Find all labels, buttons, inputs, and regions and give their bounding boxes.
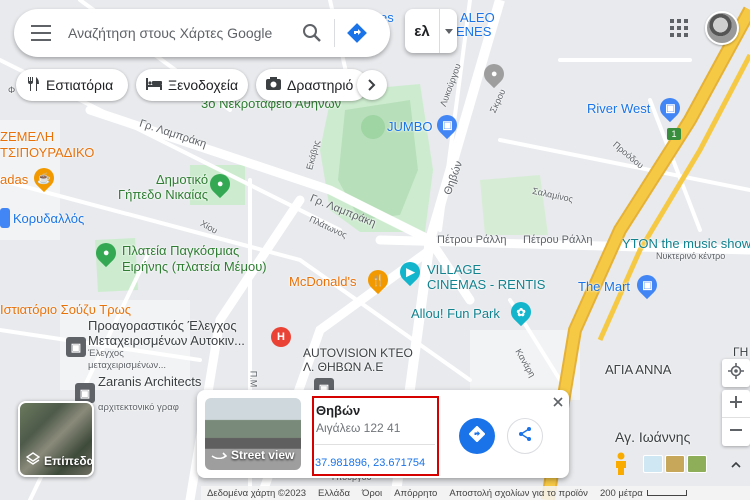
chip-activities[interactable]: Δραστηριό bbox=[256, 69, 368, 101]
search-icon[interactable] bbox=[290, 11, 334, 55]
close-icon[interactable] bbox=[550, 394, 566, 410]
map-footer: Δεδομένα χάρτη ©2023 Ελλάδα Όροι Απόρρητ… bbox=[201, 486, 750, 500]
restaurant-icon bbox=[26, 76, 40, 94]
map-label-allou: Allou! Fun Park bbox=[411, 306, 500, 321]
my-location-button[interactable] bbox=[722, 359, 750, 387]
map-label-stadium: Δημοτικό Γήπεδο Νικαίας bbox=[118, 172, 209, 202]
directions-arrow-icon bbox=[468, 425, 486, 447]
map-label-tsipouradiko: ΤΣΙΠΟΥΡΑΔΙΚΟ bbox=[0, 145, 95, 160]
directions-icon[interactable] bbox=[335, 11, 379, 55]
map-label-ladas: adas bbox=[0, 172, 29, 187]
apps-grid-icon[interactable] bbox=[665, 14, 693, 42]
map-label-zaranis-sub: αρχιτεκτονικό γραφ bbox=[98, 402, 179, 413]
plus-icon bbox=[730, 395, 742, 413]
highway-shield: 1 bbox=[667, 128, 681, 140]
map-label-autovision: AUTOVISION KTEO Λ. ΘΗΒΩΝ Α.Ε bbox=[303, 346, 413, 374]
map-label-mcdonalds: McDonald's bbox=[289, 274, 357, 289]
menu-icon[interactable] bbox=[14, 9, 68, 57]
camera-icon bbox=[266, 77, 281, 93]
map-label-ag-ioannis: Αγ. Ιωάννης bbox=[615, 429, 691, 445]
my-location-icon bbox=[728, 362, 744, 384]
chevron-right-icon[interactable] bbox=[357, 70, 387, 100]
place-subtitle: Αιγάλεω 122 41 bbox=[316, 421, 401, 435]
proagorastikos-pin-icon[interactable]: ▣ bbox=[66, 337, 86, 357]
map-label-korydallos: Κορυδαλλός bbox=[13, 211, 85, 226]
layers-label-wrap: Επίπεδα bbox=[25, 452, 94, 469]
minus-icon bbox=[730, 423, 742, 441]
satellite-thumbnail[interactable] bbox=[665, 455, 685, 473]
street-view-thumbnail[interactable]: Street view bbox=[205, 398, 301, 470]
street-view-icon bbox=[211, 447, 228, 462]
map-label-gi: ΓΗ bbox=[733, 345, 749, 359]
chevron-up-icon bbox=[731, 455, 741, 473]
share-button[interactable] bbox=[507, 418, 543, 454]
directions-button[interactable] bbox=[459, 418, 495, 454]
language-label: ελ bbox=[414, 22, 430, 40]
privacy-link[interactable]: Απόρρητο bbox=[394, 488, 437, 499]
map-data-credit: Δεδομένα χάρτη ©2023 bbox=[207, 487, 307, 499]
terms-link[interactable]: Όροι bbox=[362, 488, 382, 499]
map-label-ytong-sub: Νυκτερινό κέντρο bbox=[656, 251, 726, 261]
road-label-fikiou: Φ bbox=[8, 85, 16, 95]
street-view-label: Street view bbox=[231, 447, 295, 462]
terrain-thumbnail[interactable] bbox=[643, 455, 663, 473]
expand-thumbnails-button[interactable] bbox=[722, 455, 750, 473]
chip-label: Δραστηριό bbox=[287, 77, 354, 93]
scale-bar bbox=[646, 489, 687, 496]
chip-label: Ξενοδοχεία bbox=[168, 77, 239, 93]
layers-button[interactable]: Επίπεδα bbox=[18, 401, 94, 477]
traffic-thumbnail[interactable] bbox=[687, 455, 707, 473]
map-label-ytong: YTON the music show bbox=[622, 236, 750, 251]
chip-hotels[interactable]: Ξενοδοχεία bbox=[136, 69, 248, 101]
imagery-thumbnails[interactable] bbox=[643, 455, 707, 473]
zoom-in-button[interactable] bbox=[722, 390, 750, 418]
map-label-agia-anna: ΑΓΙΑ ΑΝΝΑ bbox=[605, 362, 672, 377]
left-pin-icon[interactable] bbox=[0, 208, 10, 228]
chip-label: Εστιατόρια bbox=[46, 77, 114, 93]
place-info-card: Street view Θηβών Αιγάλεω 122 41 37.9818… bbox=[197, 390, 569, 478]
hotel-icon bbox=[146, 77, 162, 93]
map-label-enes: ENES bbox=[456, 24, 492, 39]
pegman-icon[interactable] bbox=[610, 452, 632, 476]
street-view-label-wrap: Street view bbox=[211, 447, 294, 462]
map-label-village: VILLAGE CINEMAS - RENTIS bbox=[427, 262, 546, 292]
place-title[interactable]: Θηβών bbox=[316, 403, 360, 418]
zaranis-pin-icon[interactable]: ▣ bbox=[75, 383, 95, 403]
map-label-pm: Π.Μ bbox=[248, 370, 259, 388]
map-label-proag-sub: Έλεγχος μεταχειρισμένων... bbox=[88, 348, 167, 371]
road-label-ralli-2: Πέτρου Ράλλη bbox=[523, 234, 593, 246]
chip-restaurants[interactable]: Εστιατόρια bbox=[16, 69, 128, 101]
feedback-link[interactable]: Αποστολή σχολίων για το προϊόν bbox=[449, 488, 588, 499]
map-label-jumbo: JUMBO bbox=[387, 119, 433, 134]
search-box bbox=[14, 9, 390, 57]
avatar[interactable] bbox=[705, 11, 739, 45]
share-icon bbox=[517, 426, 533, 447]
map-label-zaranis: Zaranis Architects bbox=[98, 374, 202, 389]
hospital-pin-icon[interactable]: H bbox=[271, 327, 291, 347]
zoom-out-button[interactable] bbox=[722, 418, 750, 446]
scale-text: 200 μέτρα bbox=[599, 487, 643, 499]
map-label-river-west: River West bbox=[587, 101, 651, 116]
road-label-ralli-1: Πέτρου Ράλλη bbox=[437, 234, 507, 246]
caret-down-icon[interactable] bbox=[439, 9, 457, 53]
layers-icon bbox=[25, 452, 41, 469]
map-label-proagorastikos: Προαγοραστικός Έλεγχος Μεταχειρισμένων Α… bbox=[88, 318, 245, 348]
layers-label: Επίπεδα bbox=[44, 453, 94, 468]
place-coordinates[interactable]: 37.981896, 23.671754 bbox=[315, 457, 425, 469]
map-label-zemeli: ΖΕΜΕΛΗ bbox=[0, 129, 55, 144]
country-link[interactable]: Ελλάδα bbox=[318, 488, 350, 499]
map-label-school: Ιστιατόριο Σούζυ Τρως bbox=[0, 302, 132, 317]
scale-label[interactable]: 200 μέτρα bbox=[600, 488, 687, 499]
map-label-mart: The Mart bbox=[578, 279, 631, 294]
map-label-plateia: Πλατεία Παγκόσμιας Ειρήνης (πλατεία Μέμο… bbox=[122, 243, 267, 274]
language-selector[interactable]: ελ bbox=[405, 9, 457, 53]
map-label-aleo: ALEO bbox=[460, 10, 495, 25]
zoom-controls bbox=[722, 390, 750, 446]
search-input[interactable] bbox=[68, 25, 290, 41]
card-divider bbox=[315, 444, 435, 445]
